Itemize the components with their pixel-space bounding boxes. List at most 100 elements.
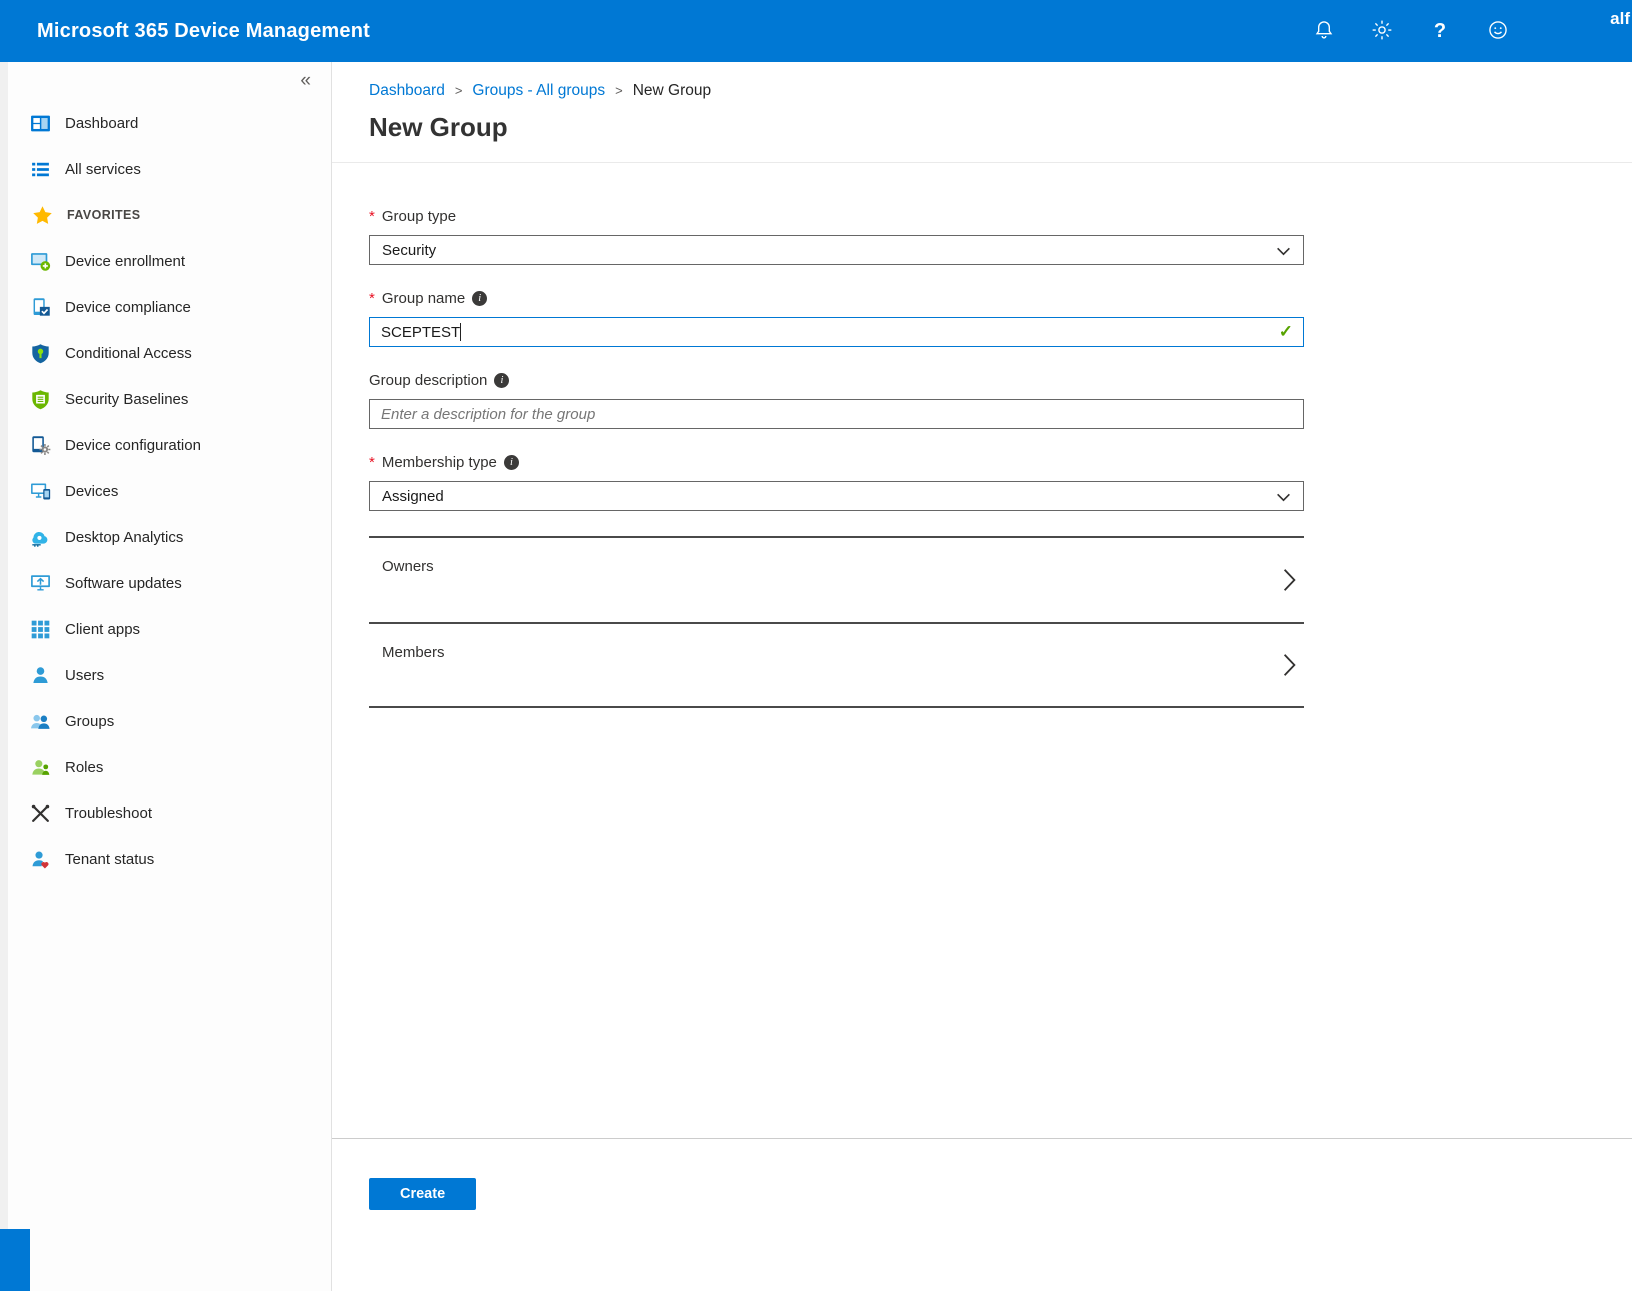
header-divider xyxy=(332,162,1632,163)
group-name-input-wrap: ✓ xyxy=(369,317,1304,347)
chevron-right-icon xyxy=(1283,568,1296,592)
sidebar-item-label: Device configuration xyxy=(65,437,201,454)
sidebar-item-label: Groups xyxy=(65,713,114,730)
feedback-button[interactable] xyxy=(1486,19,1510,43)
notifications-button[interactable] xyxy=(1312,19,1336,43)
breadcrumb-separator: > xyxy=(455,83,463,98)
breadcrumb: Dashboard > Groups - All groups > New Gr… xyxy=(332,62,1632,100)
members-row[interactable]: Members xyxy=(369,622,1304,708)
sidebar-item-troubleshoot[interactable]: Troubleshoot xyxy=(8,790,331,836)
favorites-label: FAVORITES xyxy=(67,208,141,222)
footer-divider xyxy=(332,1138,1632,1139)
sidebar-item-label: Devices xyxy=(65,483,118,500)
group-type-label-text: Group type xyxy=(382,208,456,225)
sidebar-item-label: Troubleshoot xyxy=(65,805,152,822)
membership-type-label-text: Membership type xyxy=(382,454,497,471)
users-icon xyxy=(30,665,51,686)
bottom-left-accent xyxy=(0,1229,30,1291)
sidebar-item-users[interactable]: Users xyxy=(8,652,331,698)
group-description-field: Group description i xyxy=(369,371,1304,429)
group-name-label-text: Group name xyxy=(382,290,465,307)
required-marker: * xyxy=(369,454,375,471)
troubleshoot-icon xyxy=(30,803,51,824)
group-type-label: * Group type xyxy=(369,207,1304,225)
sidebar-item-label: Client apps xyxy=(65,621,140,638)
settings-button[interactable] xyxy=(1370,19,1394,43)
dashboard-icon xyxy=(30,113,51,134)
sidebar-item-groups[interactable]: Groups xyxy=(8,698,331,744)
device-enrollment-icon xyxy=(30,251,51,272)
sidebar-item-roles[interactable]: Roles xyxy=(8,744,331,790)
sidebar-item-label: Roles xyxy=(65,759,103,776)
chevron-down-icon xyxy=(1276,247,1291,256)
sidebar-item-label: Users xyxy=(65,667,104,684)
sidebar-item-label: Device enrollment xyxy=(65,253,185,270)
sidebar-item-dashboard[interactable]: Dashboard xyxy=(8,100,331,146)
sidebar-item-device-configuration[interactable]: Device configuration xyxy=(8,422,331,468)
sidebar-item-client-apps[interactable]: Client apps xyxy=(8,606,331,652)
app-title: Microsoft 365 Device Management xyxy=(37,20,370,43)
group-description-input-wrap xyxy=(369,399,1304,429)
membership-type-label: * Membership type i xyxy=(369,453,1304,471)
group-description-label: Group description i xyxy=(369,371,1304,389)
sidebar-item-all-services[interactable]: All services xyxy=(8,146,331,192)
group-name-field: * Group name i ✓ xyxy=(369,289,1304,347)
info-icon[interactable]: i xyxy=(504,455,519,470)
main-content: Dashboard > Groups - All groups > New Gr… xyxy=(332,62,1632,1291)
text-caret xyxy=(460,323,461,341)
create-button[interactable]: Create xyxy=(369,1178,476,1210)
left-edge-strip xyxy=(0,62,8,1291)
required-marker: * xyxy=(369,290,375,307)
sidebar-item-device-compliance[interactable]: Device compliance xyxy=(8,284,331,330)
membership-type-field: * Membership type i Assigned xyxy=(369,453,1304,511)
breadcrumb-current: New Group xyxy=(633,82,711,100)
info-icon[interactable]: i xyxy=(472,291,487,306)
group-description-input[interactable] xyxy=(369,399,1304,429)
devices-icon xyxy=(30,481,51,502)
page-title: New Group xyxy=(369,112,1632,142)
security-baselines-icon xyxy=(30,389,51,410)
breadcrumb-groups-all-groups[interactable]: Groups - All groups xyxy=(472,82,605,100)
info-icon[interactable]: i xyxy=(494,373,509,388)
groups-icon xyxy=(30,711,51,732)
topbar: Microsoft 365 Device Management ? alf xyxy=(0,0,1632,62)
body-row: « Dashboard All services FAVORITES Devic… xyxy=(0,62,1632,1291)
tenant-status-icon xyxy=(30,849,51,870)
group-name-label: * Group name i xyxy=(369,289,1304,307)
membership-type-dropdown[interactable]: Assigned xyxy=(369,481,1304,511)
help-icon: ? xyxy=(1434,20,1446,43)
owners-label: Owners xyxy=(382,558,434,575)
software-updates-icon xyxy=(30,573,51,594)
screen: Microsoft 365 Device Management ? alf « xyxy=(0,0,1632,1291)
owners-row[interactable]: Owners xyxy=(369,536,1304,622)
group-type-dropdown[interactable]: Security xyxy=(369,235,1304,265)
sidebar-item-tenant-status[interactable]: Tenant status xyxy=(8,836,331,882)
breadcrumb-dashboard[interactable]: Dashboard xyxy=(369,82,445,100)
new-group-form: * Group type Security * Group name i xyxy=(369,207,1304,708)
sidebar-item-label: Conditional Access xyxy=(65,345,192,362)
help-button[interactable]: ? xyxy=(1428,19,1452,43)
sidebar-item-security-baselines[interactable]: Security Baselines xyxy=(8,376,331,422)
required-marker: * xyxy=(369,208,375,225)
members-label: Members xyxy=(382,644,445,661)
sidebar-item-software-updates[interactable]: Software updates xyxy=(8,560,331,606)
group-type-value: Security xyxy=(382,242,436,259)
sidebar-item-devices[interactable]: Devices xyxy=(8,468,331,514)
user-name[interactable]: alf xyxy=(1610,9,1632,29)
sidebar: « Dashboard All services FAVORITES Devic… xyxy=(8,62,332,1291)
topbar-icons: ? xyxy=(1312,0,1510,62)
sidebar-favorites-header: FAVORITES xyxy=(8,192,331,238)
chevron-right-icon xyxy=(1283,653,1296,677)
collapse-row: « xyxy=(8,62,331,100)
sidebar-item-device-enrollment[interactable]: Device enrollment xyxy=(8,238,331,284)
sidebar-collapse-button[interactable]: « xyxy=(294,70,317,92)
star-icon xyxy=(32,205,53,226)
membership-type-value: Assigned xyxy=(382,488,444,505)
sidebar-item-desktop-analytics[interactable]: Desktop Analytics xyxy=(8,514,331,560)
valid-check-icon: ✓ xyxy=(1279,322,1293,342)
sidebar-item-conditional-access[interactable]: Conditional Access xyxy=(8,330,331,376)
group-name-input[interactable] xyxy=(369,317,1304,347)
chevron-down-icon xyxy=(1276,493,1291,502)
group-description-label-text: Group description xyxy=(369,372,487,389)
group-type-field: * Group type Security xyxy=(369,207,1304,265)
